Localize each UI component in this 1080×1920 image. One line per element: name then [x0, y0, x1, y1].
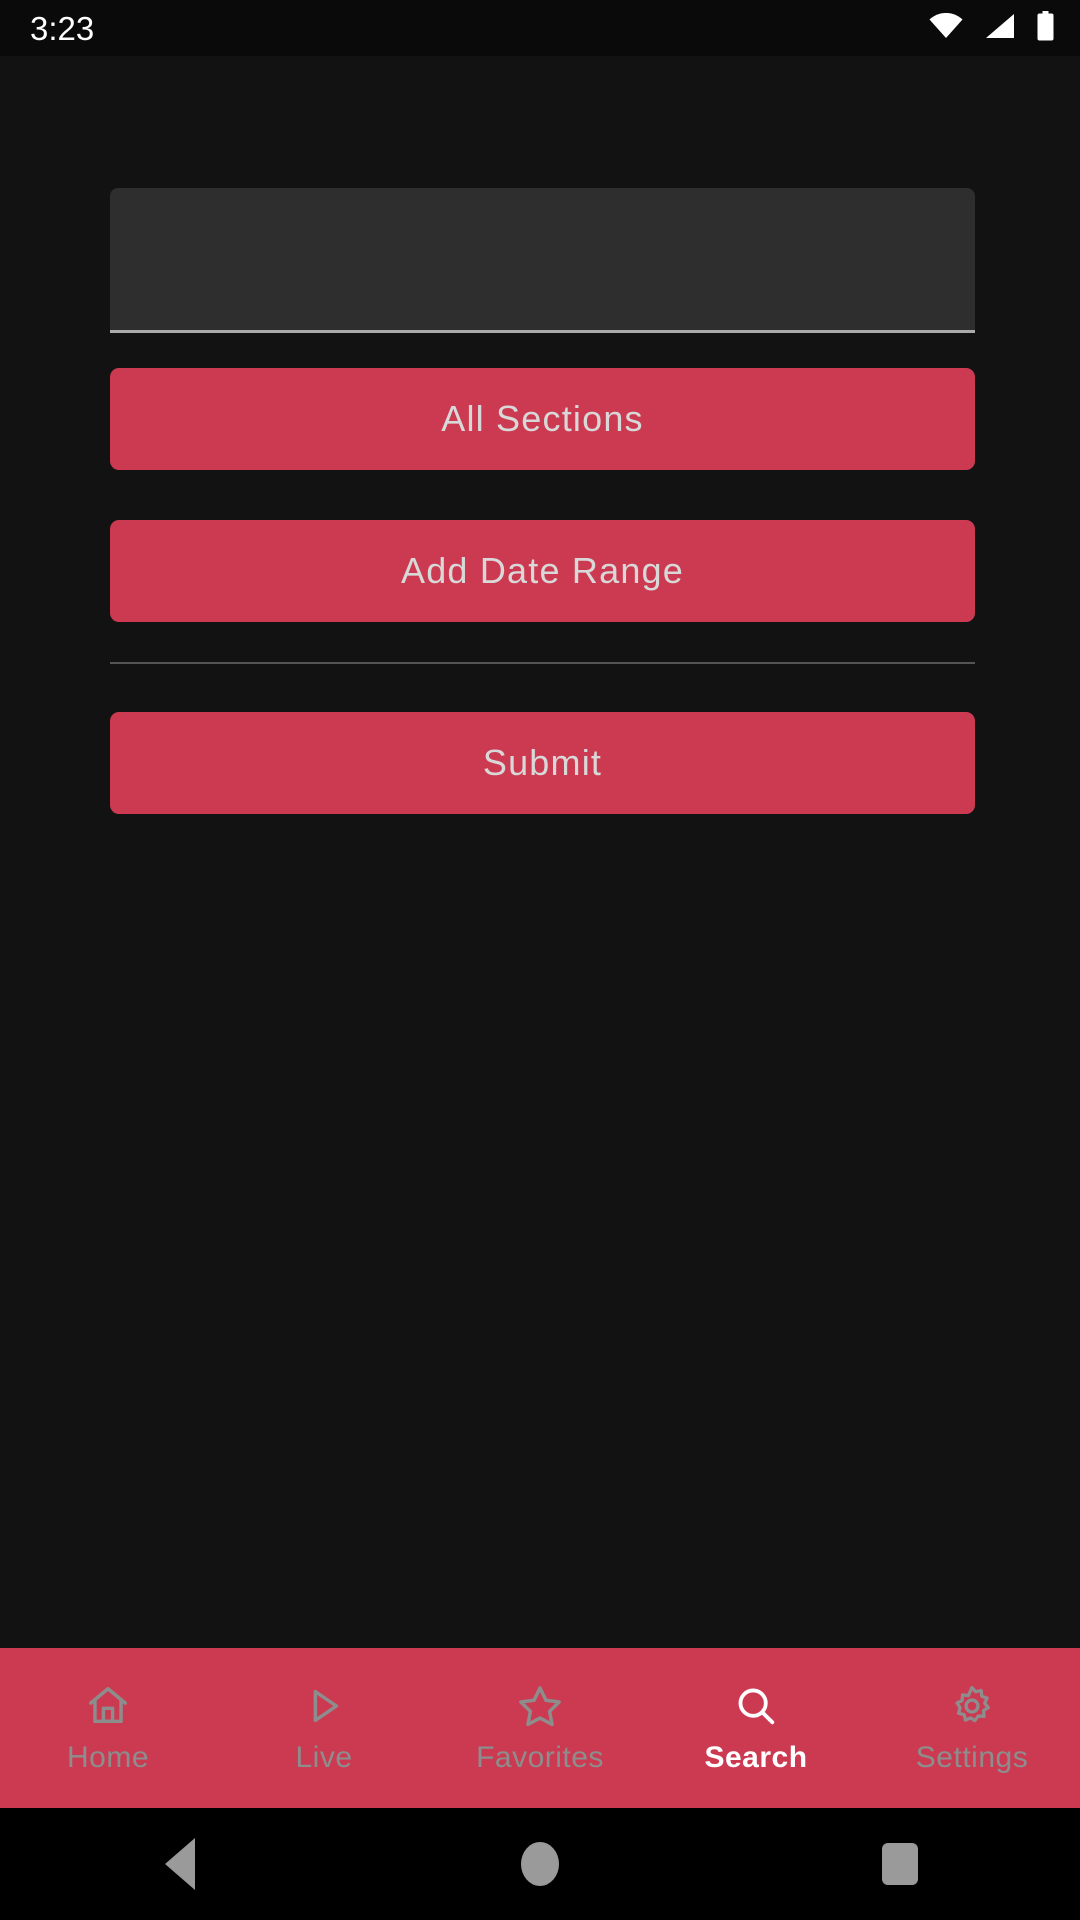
status-bar-clock: 3:23: [30, 9, 95, 47]
tab-label-favorites: Favorites: [476, 1741, 604, 1774]
all-sections-button[interactable]: All Sections: [110, 368, 975, 470]
home-button[interactable]: [480, 1808, 600, 1920]
android-system-nav: [0, 1808, 1080, 1920]
tab-home[interactable]: Home: [0, 1648, 216, 1808]
gear-icon: [949, 1683, 995, 1729]
cellular-signal-icon: [985, 13, 1015, 44]
wifi-icon: [929, 12, 963, 44]
status-bar-icons: [929, 10, 1054, 46]
search-query-underline: [110, 330, 975, 333]
star-icon: [517, 1683, 563, 1729]
submit-button[interactable]: Submit: [110, 712, 975, 814]
tab-settings[interactable]: Settings: [864, 1648, 1080, 1808]
search-form-content: All Sections Add Date Range Submit: [0, 56, 1080, 1648]
tab-label-search: Search: [704, 1741, 808, 1774]
app-screen: 3:23 All Sections Add Date Range Submit …: [0, 0, 1080, 1920]
search-icon: [733, 1683, 779, 1729]
add-date-range-button[interactable]: Add Date Range: [110, 520, 975, 622]
tab-label-settings: Settings: [915, 1741, 1029, 1774]
home-circle-icon: [521, 1842, 559, 1886]
search-query-input[interactable]: [110, 188, 975, 330]
bottom-tab-bar: Home Live Favorites Search Settings: [0, 1648, 1080, 1808]
form-divider: [110, 662, 975, 664]
tab-label-home: Home: [66, 1741, 150, 1774]
tab-live[interactable]: Live: [216, 1648, 432, 1808]
play-icon: [301, 1683, 347, 1729]
tab-favorites[interactable]: Favorites: [432, 1648, 648, 1808]
back-triangle-icon: [165, 1838, 195, 1890]
back-button[interactable]: [120, 1808, 240, 1920]
tab-label-live: Live: [295, 1741, 353, 1774]
recents-button[interactable]: [840, 1808, 960, 1920]
battery-icon: [1037, 10, 1054, 46]
search-query-field-wrapper: [110, 188, 975, 333]
home-icon: [85, 1683, 131, 1729]
recents-square-icon: [882, 1843, 918, 1885]
tab-search[interactable]: Search: [648, 1648, 864, 1808]
status-bar: 3:23: [0, 0, 1080, 56]
